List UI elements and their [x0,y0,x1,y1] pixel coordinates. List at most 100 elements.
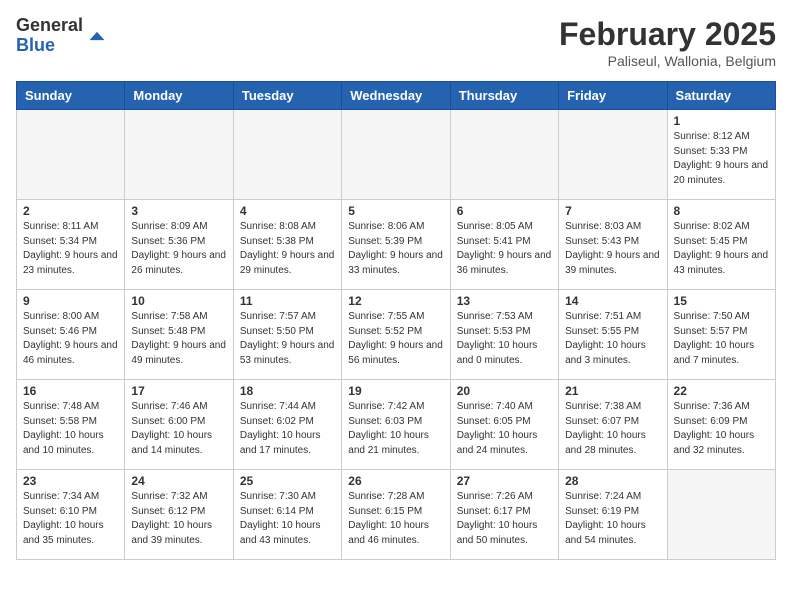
day-number: 19 [348,384,443,398]
day-info: Sunrise: 8:02 AM Sunset: 5:45 PM Dayligh… [674,220,769,278]
day-number: 17 [131,384,226,398]
day-number: 1 [674,114,769,128]
day-number: 11 [240,294,335,308]
day-info: Sunrise: 8:08 AM Sunset: 5:38 PM Dayligh… [240,220,335,278]
calendar-day-cell: 1 Sunrise: 8:12 AM Sunset: 5:33 PM Daylig… [667,110,775,200]
calendar-day-cell: 22 Sunrise: 7:36 AM Sunset: 6:09 PM Dayli… [667,380,775,470]
day-info: Sunrise: 8:05 AM Sunset: 5:41 PM Dayligh… [457,220,552,278]
day-info: Sunrise: 7:58 AM Sunset: 5:48 PM Dayligh… [131,310,226,368]
day-number: 27 [457,474,552,488]
title-block: February 2025 Paliseul, Wallonia, Belgiu… [559,16,776,69]
day-number: 5 [348,204,443,218]
day-info: Sunrise: 7:50 AM Sunset: 5:57 PM Dayligh… [674,310,769,368]
day-number: 10 [131,294,226,308]
calendar-day-cell: 16 Sunrise: 7:48 AM Sunset: 5:58 PM Dayli… [17,380,125,470]
weekday-header: Tuesday [233,82,341,110]
logo-general-text: General [16,15,83,35]
weekday-header: Monday [125,82,233,110]
weekday-header: Thursday [450,82,558,110]
day-info: Sunrise: 7:48 AM Sunset: 5:58 PM Dayligh… [23,400,118,458]
calendar-day-cell: 12 Sunrise: 7:55 AM Sunset: 5:52 PM Dayli… [342,290,450,380]
day-info: Sunrise: 8:09 AM Sunset: 5:36 PM Dayligh… [131,220,226,278]
calendar-day-cell [450,110,558,200]
day-number: 6 [457,204,552,218]
day-number: 22 [674,384,769,398]
day-info: Sunrise: 8:00 AM Sunset: 5:46 PM Dayligh… [23,310,118,368]
calendar-day-cell: 8 Sunrise: 8:02 AM Sunset: 5:45 PM Daylig… [667,200,775,290]
weekday-header: Friday [559,82,667,110]
day-info: Sunrise: 8:12 AM Sunset: 5:33 PM Dayligh… [674,130,769,188]
day-number: 12 [348,294,443,308]
calendar-day-cell: 7 Sunrise: 8:03 AM Sunset: 5:43 PM Daylig… [559,200,667,290]
logo: General Blue [16,16,107,56]
day-info: Sunrise: 7:51 AM Sunset: 5:55 PM Dayligh… [565,310,660,368]
calendar-day-cell [559,110,667,200]
weekday-header: Saturday [667,82,775,110]
day-number: 2 [23,204,118,218]
calendar-day-cell [233,110,341,200]
calendar-day-cell: 27 Sunrise: 7:26 AM Sunset: 6:17 PM Dayli… [450,470,558,560]
day-info: Sunrise: 7:28 AM Sunset: 6:15 PM Dayligh… [348,490,443,548]
day-info: Sunrise: 8:06 AM Sunset: 5:39 PM Dayligh… [348,220,443,278]
calendar-day-cell [342,110,450,200]
day-info: Sunrise: 8:03 AM Sunset: 5:43 PM Dayligh… [565,220,660,278]
weekday-header-row: SundayMondayTuesdayWednesdayThursdayFrid… [17,82,776,110]
day-info: Sunrise: 7:30 AM Sunset: 6:14 PM Dayligh… [240,490,335,548]
calendar-day-cell: 24Sunrise: 7:32 AM Sunset: 6:12 PM Dayli… [125,470,233,560]
day-info: Sunrise: 7:32 AM Sunset: 6:12 PM Dayligh… [131,490,226,548]
calendar-day-cell: 6 Sunrise: 8:05 AM Sunset: 5:41 PM Daylig… [450,200,558,290]
calendar-day-cell: 14 Sunrise: 7:51 AM Sunset: 5:55 PM Dayli… [559,290,667,380]
calendar-day-cell: 10 Sunrise: 7:58 AM Sunset: 5:48 PM Dayli… [125,290,233,380]
day-info: Sunrise: 7:26 AM Sunset: 6:17 PM Dayligh… [457,490,552,548]
calendar-day-cell: 17 Sunrise: 7:46 AM Sunset: 6:00 PM Dayli… [125,380,233,470]
day-info: Sunrise: 7:24 AM Sunset: 6:19 PM Dayligh… [565,490,660,548]
calendar-day-cell: 2 Sunrise: 8:11 AM Sunset: 5:34 PM Daylig… [17,200,125,290]
day-info: Sunrise: 7:46 AM Sunset: 6:00 PM Dayligh… [131,400,226,458]
calendar-day-cell: 15Sunrise: 7:50 AM Sunset: 5:57 PM Dayli… [667,290,775,380]
day-info: Sunrise: 7:36 AM Sunset: 6:09 PM Dayligh… [674,400,769,458]
calendar-week-row: 1 Sunrise: 8:12 AM Sunset: 5:33 PM Daylig… [17,110,776,200]
day-number: 23 [23,474,118,488]
calendar-day-cell: 19Sunrise: 7:42 AM Sunset: 6:03 PM Dayli… [342,380,450,470]
day-number: 8 [674,204,769,218]
day-number: 3 [131,204,226,218]
weekday-header: Wednesday [342,82,450,110]
calendar-day-cell: 3 Sunrise: 8:09 AM Sunset: 5:36 PM Daylig… [125,200,233,290]
day-info: Sunrise: 7:44 AM Sunset: 6:02 PM Dayligh… [240,400,335,458]
calendar-day-cell: 13 Sunrise: 7:53 AM Sunset: 5:53 PM Dayli… [450,290,558,380]
calendar-day-cell: 21Sunrise: 7:38 AM Sunset: 6:07 PM Dayli… [559,380,667,470]
day-info: Sunrise: 7:57 AM Sunset: 5:50 PM Dayligh… [240,310,335,368]
day-info: Sunrise: 8:11 AM Sunset: 5:34 PM Dayligh… [23,220,118,278]
day-number: 14 [565,294,660,308]
calendar-day-cell: 18 Sunrise: 7:44 AM Sunset: 6:02 PM Dayli… [233,380,341,470]
day-info: Sunrise: 7:40 AM Sunset: 6:05 PM Dayligh… [457,400,552,458]
calendar-day-cell: 26 Sunrise: 7:28 AM Sunset: 6:15 PM Dayli… [342,470,450,560]
calendar-day-cell: 4 Sunrise: 8:08 AM Sunset: 5:38 PM Daylig… [233,200,341,290]
day-info: Sunrise: 7:55 AM Sunset: 5:52 PM Dayligh… [348,310,443,368]
logo-icon [87,26,107,46]
calendar-day-cell: 25 Sunrise: 7:30 AM Sunset: 6:14 PM Dayli… [233,470,341,560]
calendar-week-row: 9 Sunrise: 8:00 AM Sunset: 5:46 PM Daylig… [17,290,776,380]
calendar-day-cell [17,110,125,200]
day-info: Sunrise: 7:53 AM Sunset: 5:53 PM Dayligh… [457,310,552,368]
calendar-day-cell [667,470,775,560]
day-number: 26 [348,474,443,488]
day-number: 13 [457,294,552,308]
page-header: General Blue February 2025 Paliseul, Wal… [16,16,776,69]
day-number: 25 [240,474,335,488]
calendar-day-cell: 28 Sunrise: 7:24 AM Sunset: 6:19 PM Dayli… [559,470,667,560]
calendar-week-row: 16 Sunrise: 7:48 AM Sunset: 5:58 PM Dayli… [17,380,776,470]
calendar-day-cell [125,110,233,200]
day-number: 20 [457,384,552,398]
calendar-day-cell: 11 Sunrise: 7:57 AM Sunset: 5:50 PM Dayli… [233,290,341,380]
day-info: Sunrise: 7:34 AM Sunset: 6:10 PM Dayligh… [23,490,118,548]
day-number: 9 [23,294,118,308]
month-title: February 2025 [559,16,776,53]
day-number: 7 [565,204,660,218]
day-number: 4 [240,204,335,218]
day-number: 18 [240,384,335,398]
calendar-day-cell: 5 Sunrise: 8:06 AM Sunset: 5:39 PM Daylig… [342,200,450,290]
calendar-day-cell: 23 Sunrise: 7:34 AM Sunset: 6:10 PM Dayli… [17,470,125,560]
day-number: 16 [23,384,118,398]
day-number: 28 [565,474,660,488]
